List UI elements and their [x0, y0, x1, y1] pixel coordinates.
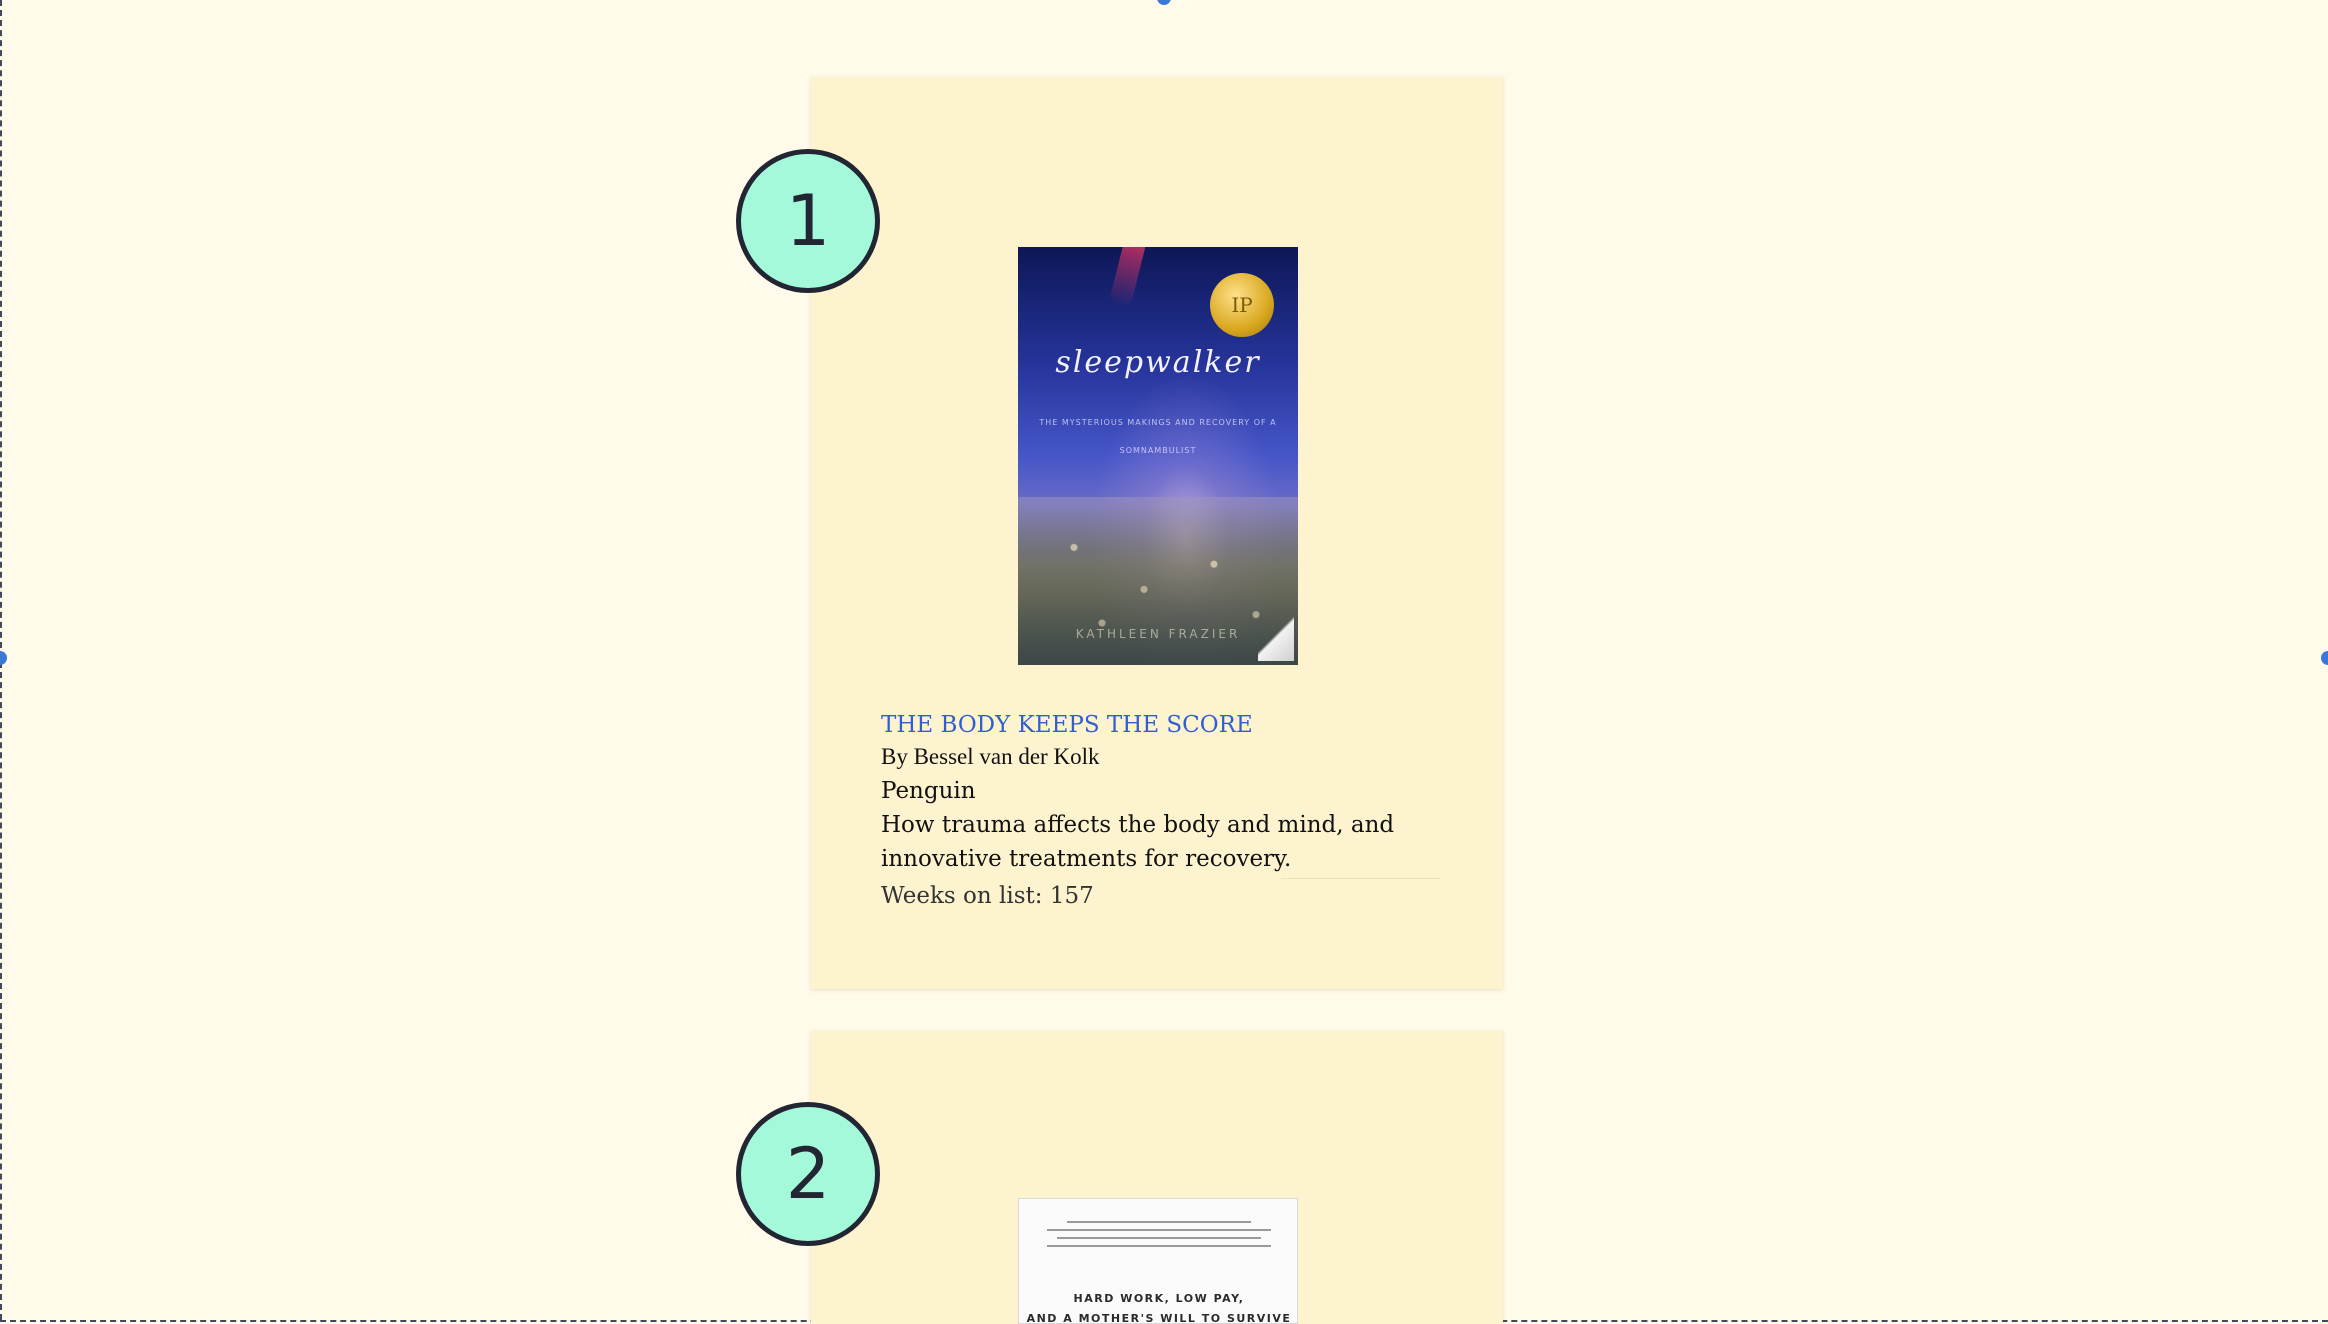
book-description: How trauma affects the body and mind, an… — [881, 812, 1395, 872]
cover-light-streak — [1108, 247, 1150, 309]
rank-number: 2 — [785, 1133, 831, 1215]
weeks-on-list: Weeks on list: 157 — [881, 883, 1094, 909]
book-title-link[interactable]: THE BODY KEEPS THE SCORE — [881, 710, 1441, 740]
book-cover-image[interactable]: IP sleepwalker THE MYSTERIOUS MAKINGS AN… — [1018, 247, 1298, 665]
resize-handle-left[interactable] — [0, 651, 7, 665]
cover-title: sleepwalker — [1055, 345, 1261, 380]
rank-badge: 1 — [736, 149, 880, 293]
resize-handle-right[interactable] — [2321, 651, 2328, 665]
resize-handle-top[interactable] — [1157, 0, 1171, 5]
rank-number: 1 — [785, 180, 831, 262]
book-cover-image[interactable]: HARD WORK, LOW PAY, AND A MOTHER'S WILL … — [1018, 1198, 1298, 1324]
award-seal-icon: IP — [1210, 273, 1274, 337]
page-curl-icon — [1258, 615, 1294, 661]
book-info: THE BODY KEEPS THE SCORE By Bessel van d… — [881, 710, 1441, 913]
page-canvas: 1 IP sleepwalker THE MYSTERIOUS MAKINGS … — [0, 0, 2328, 1324]
cover-author: KATHLEEN FRAZIER — [1075, 627, 1241, 641]
cover-blurb-text — [1037, 1219, 1281, 1263]
book-author: By Bessel van der Kolk — [881, 744, 1100, 769]
blurb-lines — [1047, 1221, 1271, 1247]
cover-subtitle: THE MYSTERIOUS MAKINGS AND RECOVERY OF A… — [1039, 418, 1277, 455]
rank-badge: 2 — [736, 1102, 880, 1246]
book-publisher: Penguin — [881, 778, 976, 804]
cover-tagline: HARD WORK, LOW PAY, AND A MOTHER'S WILL … — [1026, 1292, 1292, 1324]
